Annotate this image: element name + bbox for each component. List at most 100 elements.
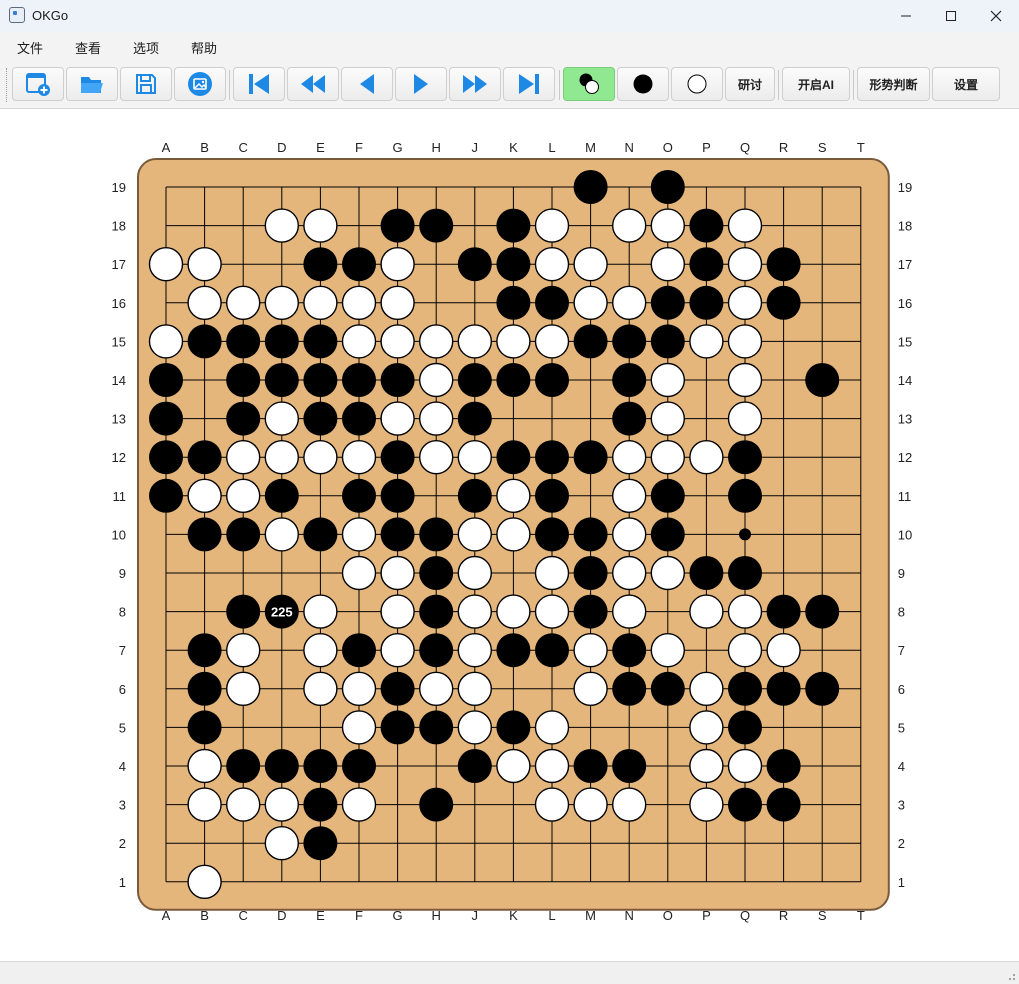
- white-stone: [650, 246, 685, 282]
- black-stone: [573, 556, 608, 590]
- toolbar-separator: [853, 70, 854, 100]
- white-stone: [341, 787, 377, 822]
- resize-grip-icon[interactable]: [1006, 971, 1016, 981]
- white-stone: [225, 787, 261, 822]
- black-stone: [535, 440, 569, 475]
- black-stone: [342, 478, 376, 513]
- menu-help[interactable]: 帮助: [191, 38, 217, 57]
- go-board[interactable]: AABBCCDDEEFFGGHHJJKKLLMMNNOOPPQQRRSSTT19…: [0, 109, 1019, 961]
- first-move-button[interactable]: [233, 67, 285, 101]
- black-stone: [457, 247, 492, 282]
- menu-bar: 文件 查看 选项 帮助: [0, 32, 1019, 60]
- black-stone: [187, 710, 222, 745]
- maximize-button[interactable]: [928, 0, 974, 32]
- white-stone-button[interactable]: [671, 67, 723, 101]
- image-icon: [188, 72, 212, 96]
- row-label: 19: [112, 180, 126, 195]
- column-label: D: [277, 908, 286, 923]
- column-label: P: [702, 140, 711, 155]
- column-label: N: [625, 140, 634, 155]
- fast-forward-button[interactable]: [449, 67, 501, 101]
- black-stone: [535, 633, 569, 668]
- open-file-button[interactable]: [66, 67, 118, 101]
- black-stone: [342, 247, 376, 282]
- row-label: 11: [898, 489, 912, 504]
- black-stone: [573, 170, 608, 204]
- alternate-play-button[interactable]: [563, 67, 615, 101]
- white-stone: [534, 748, 570, 784]
- white-stone: [341, 555, 377, 591]
- black-stone: [419, 787, 454, 822]
- white-stone: [496, 594, 531, 629]
- column-label: O: [663, 908, 673, 923]
- black-stone: [650, 671, 685, 706]
- column-label: M: [585, 140, 596, 155]
- new-game-button[interactable]: [12, 67, 64, 101]
- white-stone: [341, 517, 377, 552]
- close-button[interactable]: [973, 0, 1019, 32]
- fast-forward-icon: [463, 75, 487, 93]
- white-stone: [380, 594, 415, 629]
- settings-button[interactable]: 设置: [932, 67, 1000, 101]
- start-ai-button[interactable]: 开启AI: [782, 67, 850, 101]
- point-marker: [739, 528, 751, 541]
- black-stone: [728, 440, 762, 475]
- white-stone: [187, 787, 222, 822]
- white-stone: [727, 633, 763, 668]
- white-stone: [573, 246, 608, 282]
- column-label: F: [355, 908, 363, 923]
- white-stone: [303, 594, 338, 629]
- row-label: 5: [119, 720, 126, 735]
- white-stone: [380, 324, 415, 359]
- fast-back-button[interactable]: [287, 67, 339, 101]
- white-stone: [689, 710, 724, 745]
- row-label: 9: [119, 566, 126, 581]
- row-label: 10: [898, 527, 912, 542]
- white-stone: [727, 285, 763, 321]
- floppy-disk-icon: [136, 74, 156, 94]
- white-stone: [341, 324, 377, 359]
- white-stone: [380, 401, 415, 436]
- white-stone: [727, 246, 763, 282]
- black-stone-button[interactable]: [617, 67, 669, 101]
- next-move-button[interactable]: [395, 67, 447, 101]
- black-stone: [264, 324, 299, 359]
- export-image-button[interactable]: [174, 67, 226, 101]
- save-button[interactable]: [120, 67, 172, 101]
- white-stone: [225, 633, 261, 668]
- black-stone: [689, 556, 724, 590]
- white-stone: [650, 440, 685, 475]
- toolbar-grip[interactable]: [6, 68, 9, 102]
- new-window-icon: [26, 73, 50, 96]
- column-label: Q: [740, 908, 750, 923]
- white-stone: [689, 748, 724, 784]
- white-stone: [225, 478, 261, 513]
- prev-move-button[interactable]: [341, 67, 393, 101]
- black-stone: [612, 363, 647, 397]
- row-label: 14: [112, 373, 126, 388]
- white-stone: [534, 787, 570, 822]
- black-stone: [496, 440, 531, 475]
- column-label: R: [779, 140, 788, 155]
- menu-options[interactable]: 选项: [133, 38, 159, 57]
- research-button[interactable]: 研讨: [725, 67, 775, 101]
- black-stone: [573, 440, 608, 475]
- black-stone: [187, 517, 222, 552]
- row-label: 2: [119, 836, 126, 851]
- row-label: 10: [112, 527, 126, 542]
- situation-judge-button[interactable]: 形势判断: [857, 67, 930, 101]
- black-stone: [496, 633, 531, 668]
- black-stone: [303, 401, 338, 436]
- last-move-button[interactable]: [503, 67, 555, 101]
- black-stone: [264, 363, 299, 397]
- board-area: A A B B C C D D E E F F G G H H J J K K L L M M N N O O P P Q Q R R S S T T 19…: [0, 109, 1019, 961]
- row-label: 16: [898, 296, 912, 311]
- menu-view[interactable]: 查看: [75, 38, 101, 57]
- menu-file[interactable]: 文件: [17, 38, 43, 57]
- column-label: K: [509, 908, 518, 923]
- black-stone: [380, 671, 415, 706]
- white-stone: [303, 440, 338, 475]
- white-stone: [534, 208, 570, 243]
- minimize-button[interactable]: [883, 0, 929, 32]
- black-stone: [149, 363, 183, 397]
